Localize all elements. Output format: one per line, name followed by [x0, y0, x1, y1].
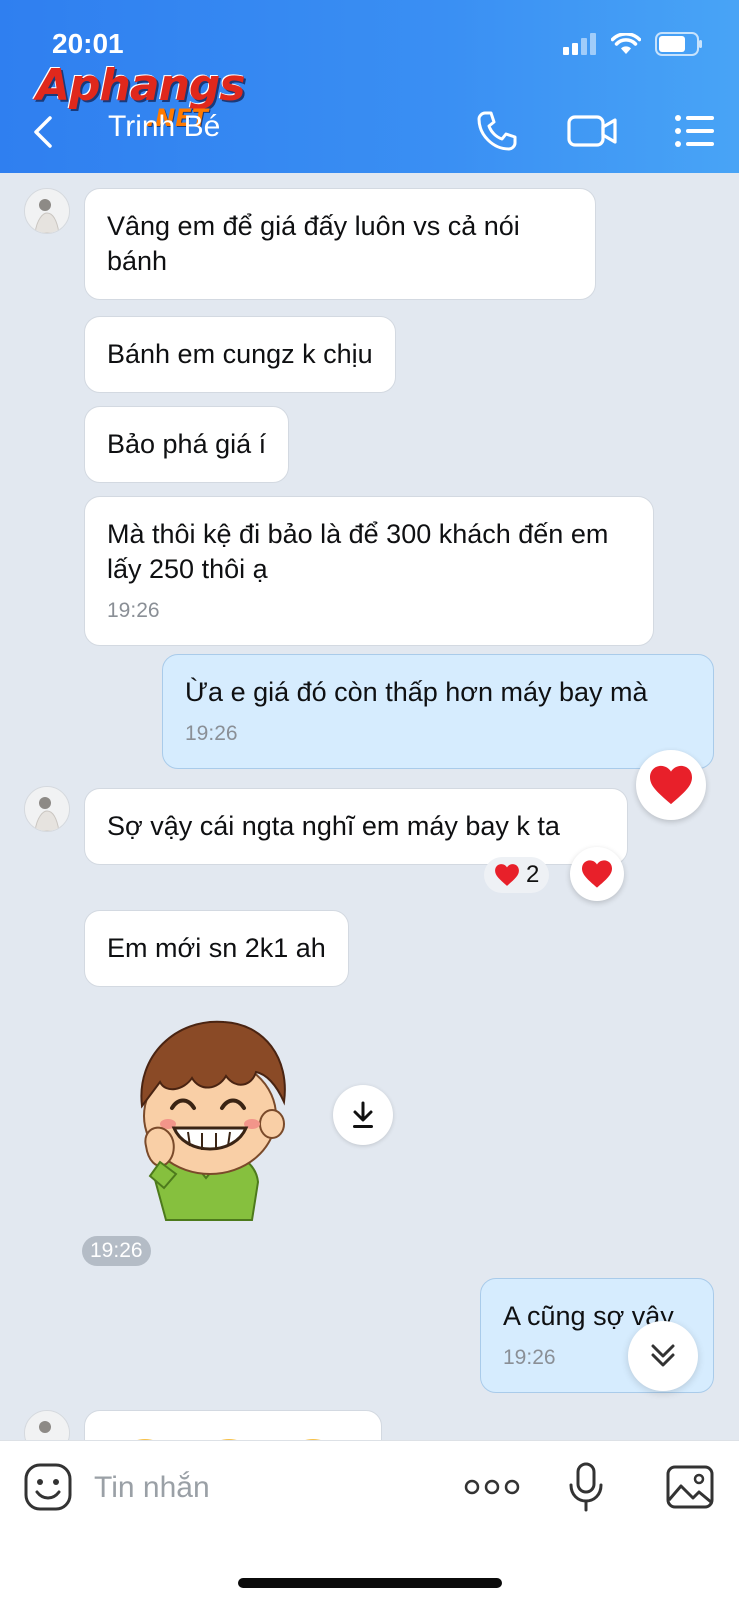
scroll-to-bottom-button[interactable]	[628, 1321, 698, 1391]
outgoing-message-bubble[interactable]: Ừa e giá đó còn thấp hơn máy bay mà 19:2…	[162, 654, 714, 769]
message-bubble[interactable]: Bánh em cungz k chịu	[84, 316, 396, 393]
double-chevron-down-icon	[651, 1344, 675, 1367]
message-bubble[interactable]: Mà thôi kệ đi bảo là để 300 khách đến em…	[84, 496, 654, 646]
message-time: 19:26	[185, 722, 238, 745]
watermark-logo: Aphangs	[36, 60, 246, 111]
message-input-bar: Tin nhắn	[0, 1440, 739, 1600]
message-bubble[interactable]: Sợ vậy cái ngta nghĩ em máy bay k ta	[84, 788, 628, 865]
reaction-button[interactable]	[570, 847, 624, 901]
message-input[interactable]: Tin nhắn	[94, 1471, 210, 1505]
avatar-photo-icon	[25, 189, 69, 233]
sticker-time: 19:26	[82, 1236, 151, 1266]
message-bubble[interactable]: Em mới sn 2k1 ah	[84, 910, 349, 987]
message-text: Sợ vậy cái ngta nghĩ em máy bay k ta	[107, 811, 560, 841]
call-button[interactable]	[470, 106, 524, 156]
send-image-button[interactable]	[662, 1459, 718, 1515]
message-text: Bánh em cungz k chịu	[107, 339, 373, 369]
chevron-left-icon	[34, 116, 52, 148]
message-text: Ừa e giá đó còn thấp hơn máy bay mà	[185, 677, 648, 707]
message-text: Mà thôi kệ đi bảo là để 300 khách đến em…	[107, 519, 609, 584]
microphone-icon	[569, 1462, 603, 1512]
emoji-sticker-button[interactable]	[20, 1459, 76, 1515]
heart-icon	[582, 860, 612, 888]
contact-name[interactable]: Trinh Bé	[108, 110, 220, 144]
reaction-count-badge[interactable]: 2	[484, 857, 550, 893]
message-bubble[interactable]: Vâng em để giá đấy luôn vs cả nói bánh	[84, 188, 596, 300]
wifi-icon	[611, 33, 641, 54]
more-dots-icon	[464, 1479, 520, 1495]
battery-icon	[655, 32, 702, 56]
download-icon	[353, 1101, 373, 1128]
more-options-button[interactable]	[462, 1459, 522, 1515]
contact-avatar[interactable]	[24, 188, 70, 234]
video-call-button[interactable]	[566, 106, 620, 156]
heart-icon	[495, 864, 519, 886]
video-camera-icon	[567, 115, 617, 147]
message-bubble[interactable]: Bảo phá giá í	[84, 406, 290, 483]
reaction-button[interactable]	[636, 750, 706, 820]
heart-icon	[650, 765, 692, 805]
list-menu-icon	[675, 115, 714, 147]
image-gallery-icon	[666, 1465, 714, 1509]
reaction-count: 2	[526, 861, 540, 888]
message-time: 19:26	[107, 599, 160, 622]
signal-icon	[563, 33, 596, 55]
home-indicator	[238, 1578, 502, 1588]
message-text: Bảo phá giá í	[107, 429, 267, 459]
contact-avatar[interactable]	[24, 786, 70, 832]
voice-record-button[interactable]	[558, 1459, 614, 1515]
options-menu-button[interactable]	[668, 106, 722, 156]
download-sticker-button[interactable]	[333, 1085, 393, 1145]
phone-icon	[477, 111, 517, 151]
back-button[interactable]	[28, 112, 58, 152]
message-text: Vâng em để giá đấy luôn vs cả nói bánh	[107, 211, 520, 276]
avatar-photo-icon	[25, 787, 69, 831]
message-text: Em mới sn 2k1 ah	[107, 933, 326, 963]
smiley-face-icon	[24, 1463, 72, 1511]
status-icons	[563, 32, 703, 56]
smiling-boy-sticker[interactable]	[106, 1006, 306, 1226]
chat-header: 20:01 Aphangs .NET Trinh Bé	[0, 0, 739, 173]
status-time: 20:01	[52, 28, 124, 59]
